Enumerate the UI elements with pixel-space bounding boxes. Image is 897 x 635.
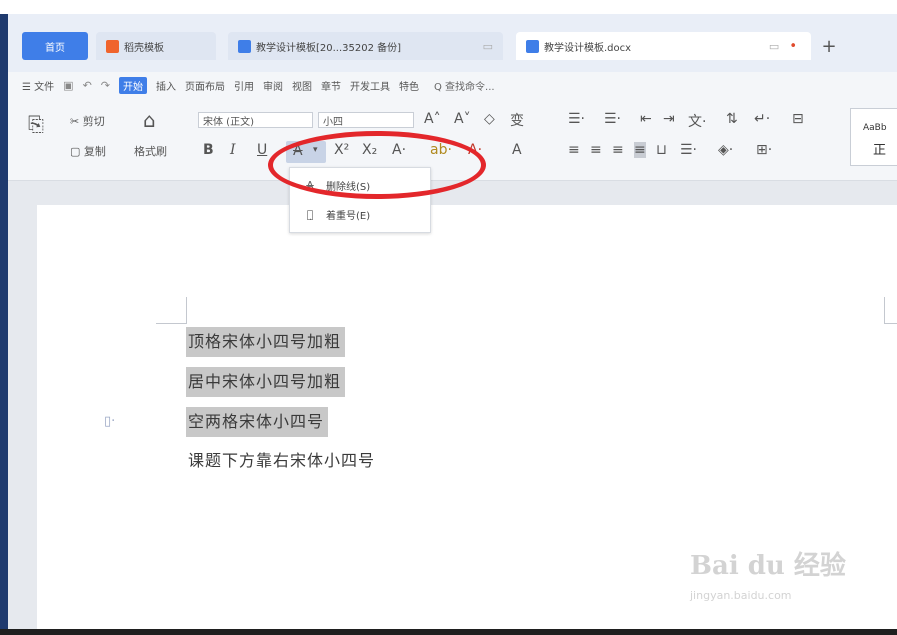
copy-label: 复制 xyxy=(83,145,106,158)
bullet-list-icon[interactable]: ☰· xyxy=(568,111,585,127)
document-line[interactable]: 课题下方靠右宋体小四号 xyxy=(186,446,379,476)
decrease-indent-icon[interactable]: ⇤ xyxy=(640,111,652,127)
document-line[interactable]: 居中宋体小四号加粗 xyxy=(186,367,346,397)
align-left-icon[interactable]: ≡ xyxy=(568,142,580,158)
clear-format-icon[interactable]: ◇ xyxy=(484,111,495,127)
tab-bar: 首页 稻壳模板 教学设计模板[20...35202 备份] ▭ 教学设计模板.d… xyxy=(8,14,897,72)
baidu-watermark: Bai du 经验 jingyan.baidu.com xyxy=(690,545,846,602)
tab-template-label: 稻壳模板 xyxy=(124,42,164,54)
add-tab-button[interactable]: + xyxy=(818,32,840,60)
window-top-border xyxy=(0,0,897,14)
cut-label: 剪切 xyxy=(82,115,105,128)
line-spacing-icon[interactable]: ☰· xyxy=(680,142,697,158)
tab-doc1-label: 教学设计模板[20...35202 备份] xyxy=(256,42,402,54)
grow-font-icon[interactable]: A˄ xyxy=(424,111,441,127)
watermark-url: jingyan.baidu.com xyxy=(690,589,792,602)
menu-tab-special[interactable]: 特色 xyxy=(399,78,419,93)
menu-tab-insert[interactable]: 插入 xyxy=(156,78,176,93)
italic-button[interactable]: I xyxy=(230,142,236,158)
numbered-list-icon[interactable]: ☰· xyxy=(604,111,621,127)
style-preview-text: AaBb xyxy=(863,123,887,133)
chinese-layout-icon[interactable]: 文· xyxy=(688,111,706,131)
char-border-icon[interactable]: A xyxy=(512,142,522,158)
writer-doc-icon xyxy=(238,39,251,53)
copy-button[interactable]: ▢ 复制 xyxy=(70,143,106,159)
align-right-icon[interactable]: ≡ xyxy=(612,142,624,158)
tab-template[interactable]: 稻壳模板 xyxy=(96,32,216,60)
document-line[interactable]: 空两格宋体小四号 xyxy=(186,407,329,437)
watermark-brand: Bai du 经验 xyxy=(690,551,846,581)
format-painter-label[interactable]: 格式刷 xyxy=(134,143,167,159)
tab-home-label: 首页 xyxy=(45,42,65,54)
style-normal-label: 正 xyxy=(873,143,887,158)
sort-icon[interactable]: ⇅ xyxy=(726,111,738,127)
menu-bar: ☰ 文件 ▣ ↶ ↷ 开始 插入 页面布局 引用 审阅 视图 章节 开发工具 特… xyxy=(8,72,897,98)
style-gallery[interactable]: AaBb 正 xyxy=(850,108,897,166)
font-size-select[interactable]: 小四 xyxy=(318,112,414,128)
writer-doc-icon xyxy=(526,39,539,53)
menu-item-emphasis[interactable]: 字̣ 着重号(E) xyxy=(290,201,430,227)
tab-home[interactable]: 首页 xyxy=(22,32,88,60)
redo-icon[interactable]: ↷ xyxy=(101,79,110,92)
undo-icon[interactable]: ↶ xyxy=(83,79,92,92)
paste-icon[interactable]: ⎘ xyxy=(28,112,44,136)
tab-document-backup[interactable]: 教学设计模板[20...35202 备份] ▭ xyxy=(228,32,503,60)
justify-icon[interactable]: ≡ xyxy=(634,142,646,158)
font-name-select[interactable]: 宋体 (正文) xyxy=(198,112,313,128)
bold-button[interactable]: B xyxy=(203,142,214,158)
shrink-font-icon[interactable]: A˅ xyxy=(454,111,471,127)
menu-tab-section[interactable]: 章节 xyxy=(321,78,341,93)
menu-tab-start[interactable]: 开始 xyxy=(119,76,147,94)
align-center-icon[interactable]: ≡ xyxy=(590,142,602,158)
underline-button[interactable]: U xyxy=(257,142,267,158)
menu-item-emphasis-label: 着重号(E) xyxy=(326,210,371,222)
format-painter-icon[interactable]: ⌂ xyxy=(143,108,156,132)
menu-tab-developer[interactable]: 开发工具 xyxy=(350,78,390,93)
margin-corner-left xyxy=(156,297,187,324)
file-menu[interactable]: ☰ 文件 xyxy=(22,78,54,93)
document-line[interactable]: 顶格宋体小四号加粗 xyxy=(186,327,346,357)
window-bottom-border xyxy=(0,629,897,635)
docer-icon xyxy=(106,39,119,53)
menu-tab-layout[interactable]: 页面布局 xyxy=(185,78,225,93)
table-border-icon[interactable]: ⊟ xyxy=(792,111,804,127)
window-left-edge xyxy=(0,14,8,635)
shading-icon[interactable]: ◈· xyxy=(718,142,733,158)
cut-button[interactable]: ✂ 剪切 xyxy=(70,113,105,129)
distribute-icon[interactable]: ⊔ xyxy=(656,142,667,158)
margin-corner-right xyxy=(884,297,897,324)
save-icon[interactable]: ▣ xyxy=(63,79,73,92)
menu-tab-references[interactable]: 引用 xyxy=(234,78,254,93)
menu-tab-view[interactable]: 视图 xyxy=(292,78,312,93)
command-search[interactable]: Q 查找命令... xyxy=(434,78,495,93)
tab-doc2-label: 教学设计模板.docx xyxy=(544,42,632,54)
monitor-icon[interactable]: ▭ xyxy=(483,40,493,53)
unsaved-dot-icon: • xyxy=(789,38,797,54)
monitor-icon[interactable]: ▭ xyxy=(769,40,779,53)
menu-tab-review[interactable]: 审阅 xyxy=(263,78,283,93)
increase-indent-icon[interactable]: ⇥ xyxy=(663,111,675,127)
show-marks-icon[interactable]: ↵· xyxy=(754,111,770,127)
paragraph-handle-icon[interactable]: ▯· xyxy=(104,414,115,429)
tab-document-active[interactable]: 教学设计模板.docx ▭ • xyxy=(516,32,811,60)
emphasis-mark-icon: 字̣ xyxy=(306,207,314,221)
annotation-circle xyxy=(268,131,486,199)
phonetic-icon[interactable]: 变 xyxy=(510,110,524,130)
borders-icon[interactable]: ⊞· xyxy=(756,142,772,158)
